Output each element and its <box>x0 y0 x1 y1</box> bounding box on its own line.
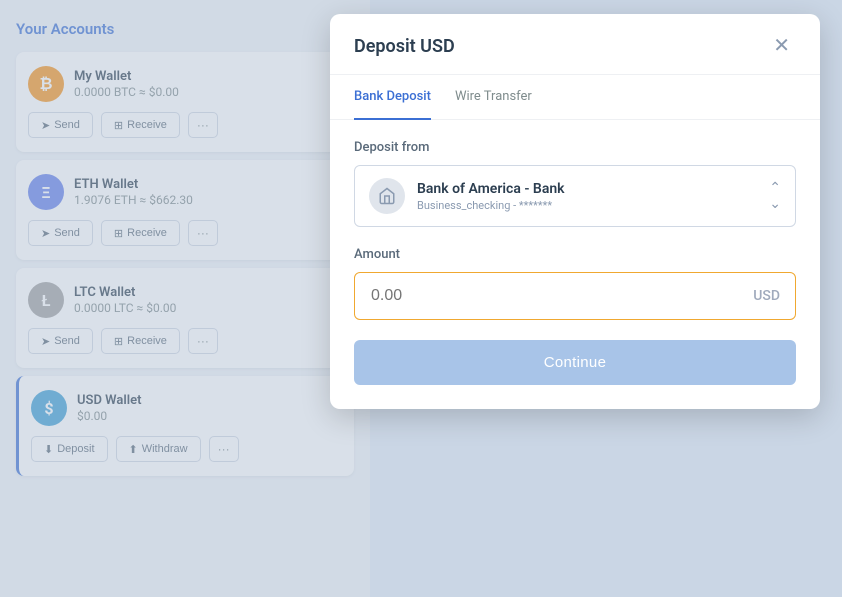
modal-body: Deposit from Bank of America - Bank Busi… <box>330 120 820 409</box>
deposit-from-label: Deposit from <box>354 140 796 155</box>
bank-icon <box>369 178 405 214</box>
amount-field-wrap: USD <box>354 272 796 320</box>
bank-left: Bank of America - Bank Business_checking… <box>369 178 565 214</box>
continue-button[interactable]: Continue <box>354 340 796 385</box>
modal-tabs: Bank Deposit Wire Transfer <box>330 75 820 120</box>
bank-name: Bank of America - Bank <box>417 181 565 197</box>
modal-title: Deposit USD <box>354 36 455 57</box>
deposit-modal: Deposit USD ✕ Bank Deposit Wire Transfer… <box>330 14 820 409</box>
bank-account: Business_checking - ******* <box>417 199 565 212</box>
bank-details: Bank of America - Bank Business_checking… <box>417 181 565 212</box>
tab-wire-transfer[interactable]: Wire Transfer <box>455 75 532 120</box>
chevron-updown-icon: ⌃⌄ <box>769 180 781 212</box>
modal-close-button[interactable]: ✕ <box>767 34 796 58</box>
amount-input[interactable] <box>354 272 796 320</box>
amount-label: Amount <box>354 247 796 262</box>
tab-bank-deposit[interactable]: Bank Deposit <box>354 75 431 120</box>
bank-selector[interactable]: Bank of America - Bank Business_checking… <box>354 165 796 227</box>
modal-header: Deposit USD ✕ <box>330 14 820 75</box>
amount-currency: USD <box>753 288 780 304</box>
